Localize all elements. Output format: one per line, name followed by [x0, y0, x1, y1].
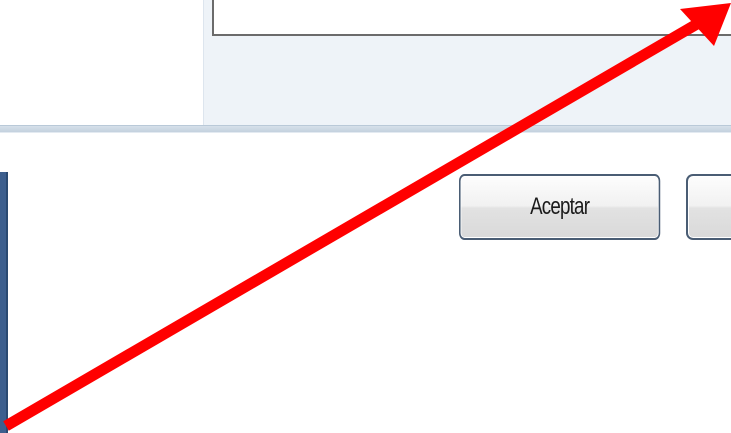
- dialog-fragment: Aceptar: [0, 0, 731, 433]
- cancel-button[interactable]: [686, 174, 731, 240]
- text-input-box[interactable]: [212, 0, 731, 36]
- left-panel-edge: [0, 172, 8, 433]
- section-divider: [0, 125, 731, 133]
- accept-button-label: Aceptar: [530, 193, 590, 220]
- accept-button[interactable]: Aceptar: [459, 174, 661, 240]
